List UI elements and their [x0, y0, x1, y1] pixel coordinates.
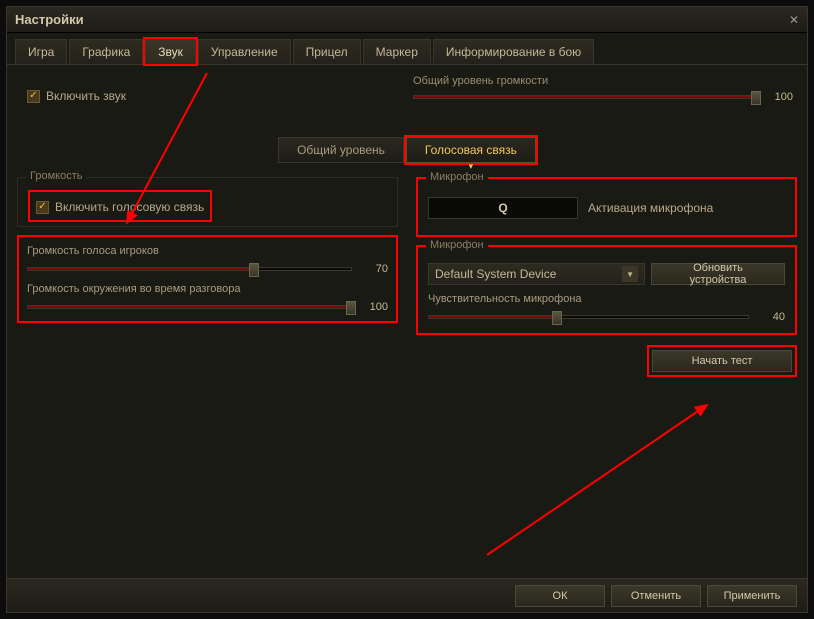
settings-window: Настройки ✕ Игра Графика Звук Управление… — [6, 6, 808, 613]
master-volume-slider[interactable] — [413, 95, 757, 99]
cancel-button[interactable]: Отменить — [611, 585, 701, 607]
mic-activation-group: Микрофон Q Активация микрофона — [416, 177, 797, 237]
titlebar: Настройки ✕ — [7, 7, 807, 33]
enable-voice-checkbox[interactable]: ✓ Включить голосовую связь — [36, 200, 204, 214]
enable-sound-checkbox[interactable]: ✓ Включить звук — [27, 89, 126, 103]
start-test-button[interactable]: Начать тест — [652, 350, 792, 372]
refresh-devices-button[interactable]: Обновить устройства — [651, 263, 785, 285]
tab-game[interactable]: Игра — [15, 39, 67, 64]
voice-volume-slider[interactable] — [27, 267, 352, 271]
columns: Громкость ✓ Включить голосовую связь Гро… — [17, 177, 797, 377]
tab-reticle[interactable]: Прицел — [293, 39, 361, 64]
apply-button[interactable]: Применить — [707, 585, 797, 607]
mic-key-label: Активация микрофона — [588, 201, 713, 215]
content-area: ✓ Включить звук Общий уровень громкости … — [7, 65, 807, 580]
tab-sound[interactable]: Звук — [145, 39, 196, 64]
subtab-general[interactable]: Общий уровень — [278, 137, 404, 163]
ambient-volume-value: 100 — [360, 301, 388, 313]
mic-key-input[interactable]: Q — [428, 197, 578, 219]
mic-sensitivity-block: Чувствительность микрофона 40 — [428, 293, 785, 323]
footer: ОК Отменить Применить — [7, 578, 807, 612]
volume-sliders-highlight: Громкость голоса игроков 70 Громкость ок… — [17, 235, 398, 323]
ambient-volume-label: Громкость окружения во время разговора — [27, 283, 388, 295]
checkbox-icon: ✓ — [36, 201, 49, 214]
tab-marker[interactable]: Маркер — [363, 39, 431, 64]
right-column: Микрофон Q Активация микрофона Микрофон … — [416, 177, 797, 377]
volume-group: Громкость ✓ Включить голосовую связь — [17, 177, 398, 227]
tab-graphics[interactable]: Графика — [69, 39, 143, 64]
master-volume-value: 100 — [765, 91, 793, 103]
checkbox-icon: ✓ — [27, 90, 40, 103]
master-volume-block: Общий уровень громкости 100 — [413, 75, 793, 103]
ambient-volume-block: Громкость окружения во время разговора 1… — [27, 283, 388, 313]
mic-device-selected: Default System Device — [435, 267, 556, 281]
mic-device-row: Default System Device ▼ Обновить устройс… — [428, 263, 785, 285]
mic-sensitivity-value: 40 — [757, 311, 785, 323]
voice-volume-label: Громкость голоса игроков — [27, 245, 388, 257]
mic-sensitivity-slider[interactable] — [428, 315, 749, 319]
tab-controls[interactable]: Управление — [198, 39, 291, 64]
ambient-volume-slider[interactable] — [27, 305, 352, 309]
left-column: Громкость ✓ Включить голосовую связь Гро… — [17, 177, 398, 377]
volume-group-title: Громкость — [26, 170, 86, 182]
mic-group-title: Микрофон — [426, 171, 488, 183]
ok-button[interactable]: ОК — [515, 585, 605, 607]
enable-voice-highlight: ✓ Включить голосовую связь — [28, 190, 212, 222]
tab-notifications[interactable]: Информирование в бою — [433, 39, 594, 64]
main-tabs: Игра Графика Звук Управление Прицел Марк… — [7, 33, 807, 65]
voice-volume-block: Громкость голоса игроков 70 — [27, 245, 388, 275]
test-row: Начать тест — [416, 345, 797, 377]
voice-volume-value: 70 — [360, 263, 388, 275]
annotation-arrow-2 — [477, 395, 737, 565]
mic-device-group-title: Микрофон — [426, 239, 488, 251]
enable-sound-label: Включить звук — [46, 89, 126, 103]
chevron-down-icon: ▼ — [622, 266, 638, 282]
mic-key-row: Q Активация микрофона — [428, 191, 785, 225]
mic-sensitivity-label: Чувствительность микрофона — [428, 293, 785, 305]
sub-tabs: Общий уровень Голосовая связь — [17, 137, 797, 163]
window-title: Настройки — [15, 12, 84, 27]
subtab-voice[interactable]: Голосовая связь — [406, 137, 536, 163]
close-icon[interactable]: ✕ — [785, 11, 803, 29]
mic-device-group: Микрофон Default System Device ▼ Обновит… — [416, 245, 797, 335]
mic-device-dropdown[interactable]: Default System Device ▼ — [428, 263, 645, 285]
master-volume-label: Общий уровень громкости — [413, 75, 793, 87]
enable-voice-label: Включить голосовую связь — [55, 200, 204, 214]
